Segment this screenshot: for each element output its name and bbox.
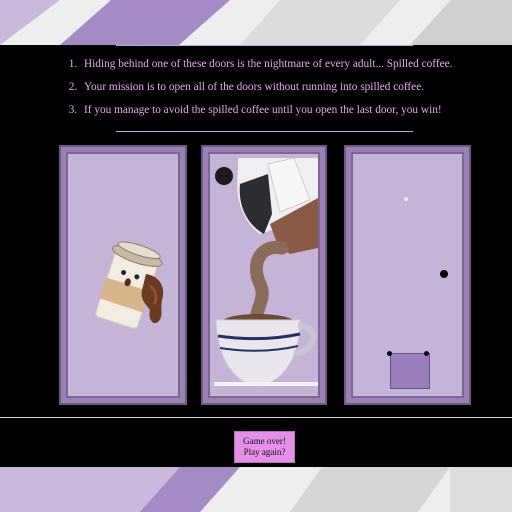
peephole-icon — [404, 197, 408, 201]
coffee-pouring-icon — [214, 157, 318, 387]
rules-list: Hiding behind one of these doors is the … — [40, 53, 512, 122]
divider-line — [116, 131, 413, 132]
decor-triangle — [0, 0, 60, 45]
door-2[interactable] — [201, 145, 327, 405]
decor-parallelogram — [240, 0, 400, 45]
rule-item: If you manage to avoid the spilled coffe… — [80, 99, 512, 122]
decor-parallelogram — [290, 467, 450, 512]
decorative-header-band — [0, 0, 512, 45]
rule-item: Hiding behind one of these doors is the … — [80, 53, 512, 76]
game-area: Hiding behind one of these doors is the … — [0, 45, 512, 467]
door-1[interactable] — [59, 145, 187, 405]
rule-item: Your mission is to open all of the doors… — [80, 76, 512, 99]
decor-parallelogram — [60, 0, 230, 45]
play-again-button[interactable]: Game over! Play again? — [234, 431, 295, 463]
decor-shape — [410, 0, 512, 45]
door-1-panel — [66, 152, 180, 398]
divider-line — [116, 45, 413, 46]
button-line-2: Play again? — [243, 447, 286, 457]
door-2-panel — [208, 152, 320, 398]
door-3-panel — [351, 152, 464, 398]
spilled-coffee-cup-icon — [95, 241, 164, 329]
button-line-1: Game over! — [243, 436, 286, 446]
decor-shape — [450, 467, 512, 512]
floor-divider — [0, 417, 512, 418]
decorative-footer-band — [0, 467, 512, 512]
mail-slot-icon — [390, 353, 430, 389]
slot-rivet-icon — [424, 351, 429, 356]
slot-rivet-icon — [387, 351, 392, 356]
door-knob-icon — [440, 270, 448, 278]
door-3[interactable] — [344, 145, 471, 405]
